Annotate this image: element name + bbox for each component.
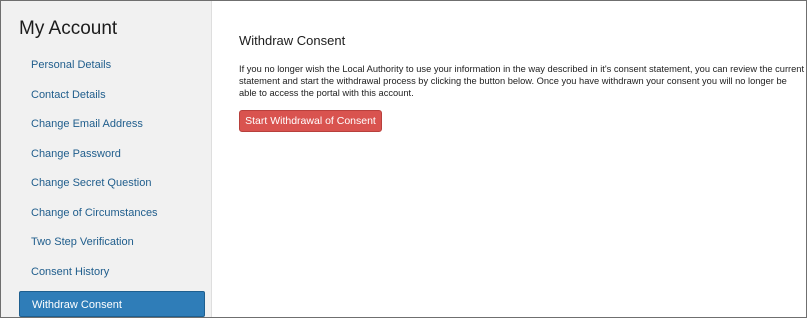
sidebar-link-change-password[interactable]: Change Password [31,148,121,161]
sidebar-item-contact-details: Contact Details [1,81,211,111]
sidebar-link-contact-details[interactable]: Contact Details [31,89,106,102]
sidebar-item-change-email-address: Change Email Address [1,110,211,140]
page-frame: My Account Personal Details Contact Deta… [0,0,807,318]
sidebar-item-change-of-circumstances: Change of Circumstances [1,199,211,229]
sidebar-item-two-step-verification: Two Step Verification [1,228,211,258]
sidebar-link-consent-history[interactable]: Consent History [31,266,109,279]
sidebar-link-withdraw-consent-active[interactable]: Withdraw Consent [19,291,205,317]
main-content: Withdraw Consent If you no longer wish t… [212,1,806,317]
sidebar-link-change-secret-question[interactable]: Change Secret Question [31,177,151,190]
sidebar-item-personal-details: Personal Details [1,51,211,81]
sidebar-link-change-of-circumstances[interactable]: Change of Circumstances [31,207,158,220]
sidebar-link-two-step-verification[interactable]: Two Step Verification [31,236,134,249]
start-withdrawal-button[interactable]: Start Withdrawal of Consent [239,110,382,132]
sidebar-item-change-password: Change Password [1,140,211,170]
consent-description: If you no longer wish the Local Authorit… [239,64,805,98]
sidebar-nav: Personal Details Contact Details Change … [1,51,211,317]
sidebar-item-consent-history: Consent History [1,258,211,288]
sidebar-item-change-secret-question: Change Secret Question [1,169,211,199]
page-title: Withdraw Consent [239,33,346,48]
sidebar-link-personal-details[interactable]: Personal Details [31,59,111,72]
sidebar-link-change-email-address[interactable]: Change Email Address [31,118,143,131]
sidebar: My Account Personal Details Contact Deta… [1,1,212,317]
sidebar-title: My Account [19,18,118,39]
